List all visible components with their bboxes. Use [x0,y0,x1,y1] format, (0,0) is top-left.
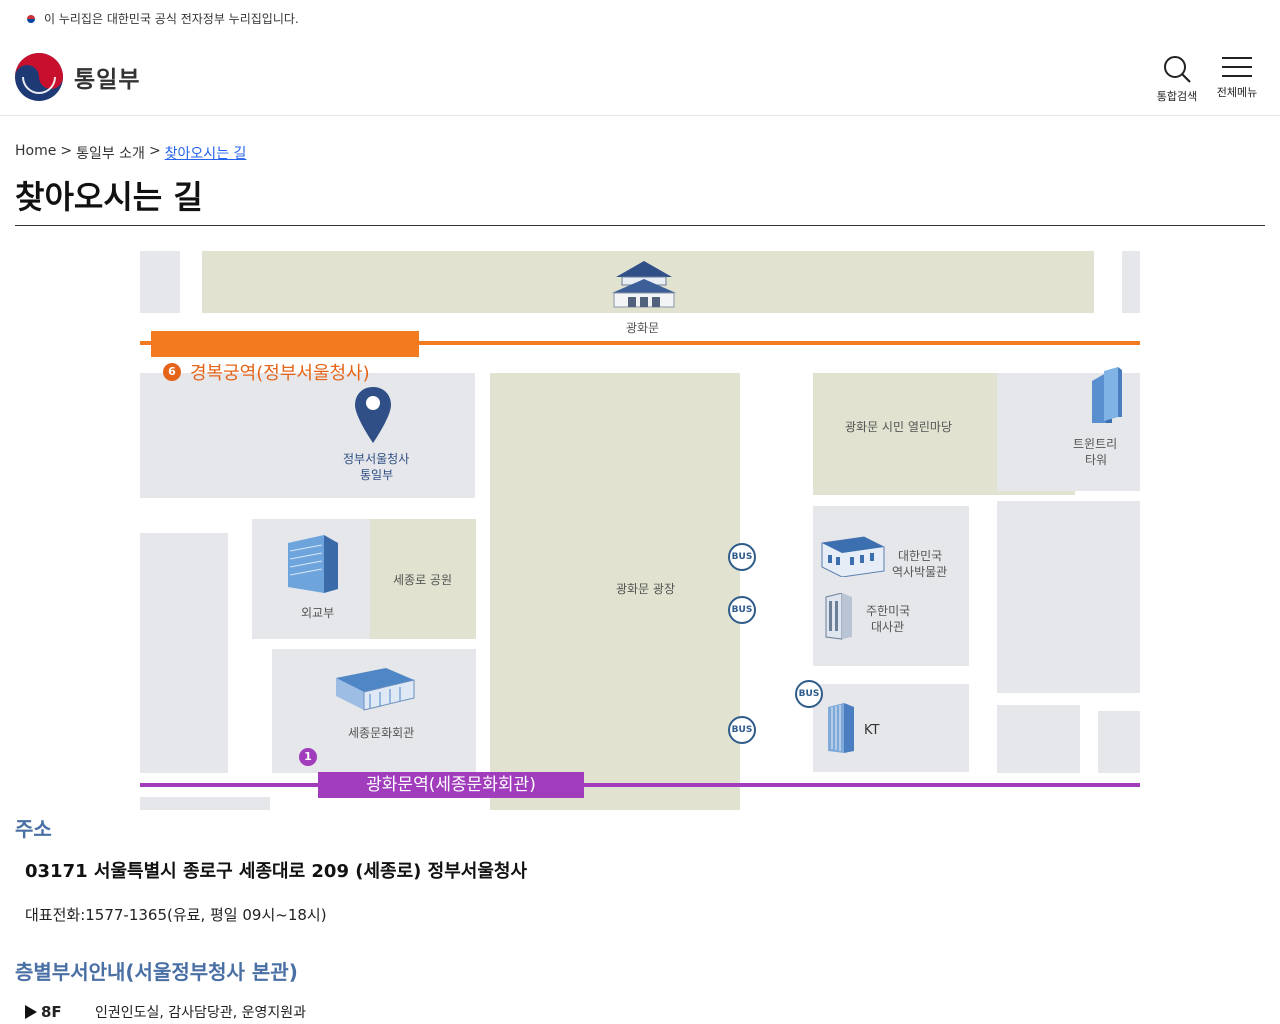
breadcrumb: Home > 통일부 소개 > 찾아오시는 길 [15,143,246,163]
address-heading: 주소 [15,817,52,841]
floor-departments: 인권인도실, 감사담당관, 운영지원과 [95,1005,306,1021]
map-block [140,373,475,498]
triangle-bullet-icon [25,1005,37,1019]
label-museum-line1: 대한민국 [898,549,943,563]
label-us-embassy-line2: 대사관 [871,620,905,634]
logo-text: 통일부 [74,67,141,93]
station-name-gyeongbokgung: 경복궁역(정부서울청사) [190,363,370,384]
address-line: 03171 서울특별시 종로구 세종대로 209 (세종로) 정부서울청사 [25,861,528,882]
label-mofa: 외교부 [301,606,335,620]
label-gwanghwamun-square: 광화문 광장 [616,582,676,596]
breadcrumb-current[interactable]: 찾아오시는 길 [165,143,247,163]
map-block [1098,711,1140,773]
sejong-center-building-icon [336,668,415,711]
label-kt: KT [864,723,880,738]
gov-banner-text: 이 누리집은 대한민국 공식 전자정부 누리집입니다. [44,12,299,26]
bus-stop-icon: BUS [728,596,756,624]
map-block [997,705,1080,773]
label-sejongro-park: 세종로 공원 [393,573,453,587]
full-menu-button[interactable]: 전체메뉴 [1211,54,1263,104]
floor-guide-heading: 층별부서안내(서울정부청사 본관) [15,960,298,984]
us-embassy-building-icon [825,593,852,640]
phone-info: 대표전화:1577-1365(유료, 평일 09시~18시) [25,906,327,924]
map-block [997,501,1140,693]
location-pin-icon [355,387,391,443]
bus-stop-icon: BUS [728,543,756,571]
map-park-area [490,373,740,810]
subway-line-purple [140,783,1140,787]
twin-tree-tower-icon [1092,367,1122,423]
page-title: 찾아오시는 길 [15,178,203,216]
map-block [1122,251,1140,313]
floor-label: 8F [25,1003,95,1021]
map-block [140,251,180,313]
breadcrumb-sep: > [60,143,73,159]
bus-stop-icon: BUS [795,680,823,708]
station-number-orange: 6 [163,363,181,381]
search-label: 통합검색 [1156,90,1198,103]
integrated-search-button[interactable]: 통합검색 [1151,54,1203,104]
gov-banner: 이 누리집은 대한민국 공식 전자정부 누리집입니다. [24,10,299,27]
station-number-purple: 1 [299,748,317,766]
station-name-gwanghwamun: 광화문역(세종문화회관) [318,772,584,798]
label-twin-tree-line1: 트윈트리 [1073,437,1118,451]
breadcrumb-sep: > [148,143,161,159]
label-citizen-plaza: 광화문 시민 열린마당 [845,420,952,434]
label-gwanghwamun: 광화문 [626,321,660,335]
menu-label: 전체메뉴 [1216,86,1258,99]
label-museum-line2: 역사박물관 [892,565,948,579]
label-sejong-center: 세종문화회관 [348,726,415,740]
gwanghwamun-gate-icon [612,261,676,308]
location-map: 6 경복궁역(정부서울청사) 1 광화문역(세종문화회관) 광화문 정부서울청사… [140,251,1140,810]
station-bar-orange [151,331,419,357]
map-block [140,797,270,810]
title-divider [15,225,1265,226]
korean-flag-icon [24,14,38,24]
label-pin-line1: 정부서울청사 [343,452,410,466]
label-us-embassy-line1: 주한미국 [866,604,911,618]
map-block [140,533,228,773]
mofa-building-icon [288,535,338,593]
kt-building-icon [828,703,854,753]
hamburger-icon [1222,54,1252,80]
site-logo[interactable]: 통일부 [14,52,140,102]
site-header: 통일부 통합검색 전체메뉴 [0,40,1280,116]
map-block [813,506,969,666]
breadcrumb-parent[interactable]: 통일부 소개 [76,143,145,163]
floor-row: 8F 인권인도실, 감사담당관, 운영지원과 [25,1002,306,1022]
museum-building-icon [821,536,885,577]
taegeuk-logo-icon [14,52,64,102]
breadcrumb-home[interactable]: Home [15,143,56,163]
floor-number: 8F [41,1003,62,1021]
label-twin-tree-line2: 타워 [1085,453,1108,467]
bus-stop-icon: BUS [728,716,756,744]
search-icon [1164,56,1191,83]
label-pin-line2: 통일부 [360,468,394,482]
